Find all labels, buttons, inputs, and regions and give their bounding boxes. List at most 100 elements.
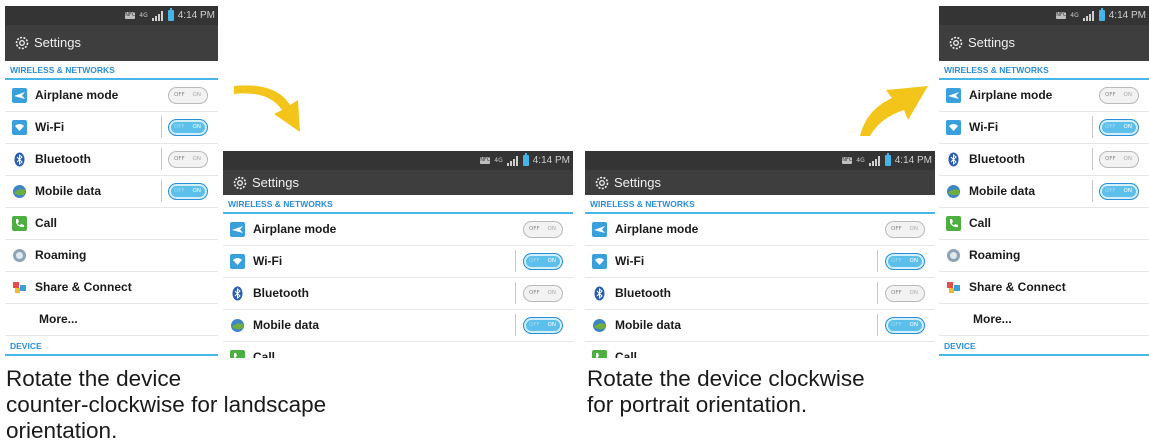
mobile-data-toggle[interactable]: OFF ON: [1099, 183, 1139, 200]
setting-more[interactable]: More...: [939, 304, 1149, 336]
setting-label: Call: [969, 216, 992, 230]
setting-more[interactable]: More...: [5, 304, 218, 336]
wifi-toggle[interactable]: OFF ON: [885, 253, 925, 270]
wifi-icon: [592, 254, 607, 269]
section-header-wireless: WIRELESS & NETWORKS: [939, 61, 1149, 80]
setting-label: Roaming: [35, 248, 87, 262]
airplane-mode-toggle[interactable]: OFF ON: [168, 87, 208, 104]
setting-bluetooth[interactable]: Bluetooth OFF ON: [223, 278, 573, 310]
divider: [515, 314, 516, 336]
arrow-curved-icon: [860, 86, 928, 136]
caption-line: orientation.: [6, 418, 118, 443]
divider: [1092, 148, 1093, 170]
setting-airplane-mode[interactable]: Airplane mode OFF ON: [939, 80, 1149, 112]
status-bar: NFC 4G 4:14 PM: [5, 6, 218, 25]
nfc-icon: NFC: [125, 12, 136, 19]
bluetooth-icon: [592, 286, 607, 301]
setting-label: Wi-Fi: [615, 254, 645, 268]
setting-label: Mobile data: [969, 184, 1036, 198]
divider: [515, 250, 516, 272]
setting-airplane-mode[interactable]: Airplane mode OFF ON: [585, 214, 935, 246]
setting-mobile-data[interactable]: Mobile data OFF ON: [939, 176, 1149, 208]
section-header-wireless: WIRELESS & NETWORKS: [5, 61, 218, 80]
setting-share-connect[interactable]: Share & Connect: [939, 272, 1149, 304]
setting-bluetooth[interactable]: Bluetooth OFF ON: [585, 278, 935, 310]
mobile-data-toggle[interactable]: OFF ON: [168, 183, 208, 200]
signal-icon: [506, 155, 519, 166]
page-title: Settings: [614, 175, 661, 190]
airplane-icon: [12, 88, 27, 103]
landscape-screen-middle: NFC 4G 4:14 PM Settings WIRELESS & NETWO…: [223, 151, 573, 358]
airplane-mode-toggle[interactable]: OFF ON: [1099, 87, 1139, 104]
mobile-data-toggle[interactable]: OFF ON: [523, 317, 563, 334]
divider: [877, 314, 878, 336]
call-icon: [592, 350, 607, 358]
nfc-icon: NFC: [480, 157, 491, 164]
airplane-mode-toggle[interactable]: OFF ON: [523, 221, 563, 238]
setting-airplane-mode[interactable]: Airplane mode OFF ON: [223, 214, 573, 246]
network-4g-icon: 4G: [1070, 11, 1079, 19]
setting-label: Call: [253, 350, 276, 358]
setting-bluetooth[interactable]: Bluetooth OFF ON: [939, 144, 1149, 176]
bluetooth-toggle[interactable]: OFF ON: [1099, 151, 1139, 168]
battery-icon: [1098, 8, 1105, 21]
bluetooth-toggle[interactable]: OFF ON: [168, 151, 208, 168]
setting-roaming[interactable]: Roaming: [5, 240, 218, 272]
title-bar: Settings: [939, 25, 1149, 61]
bluetooth-toggle[interactable]: OFF ON: [523, 285, 563, 302]
page-title: Settings: [252, 175, 299, 190]
share-connect-icon: [946, 280, 961, 295]
airplane-icon: [946, 88, 961, 103]
call-icon: [946, 216, 961, 231]
setting-mobile-data[interactable]: Mobile data OFF ON: [5, 176, 218, 208]
setting-wifi[interactable]: Wi-Fi OFF ON: [5, 112, 218, 144]
setting-label: Bluetooth: [615, 286, 671, 300]
caption-line: for portrait orientation.: [587, 392, 808, 417]
nfc-icon: NFC: [842, 157, 853, 164]
bluetooth-toggle[interactable]: OFF ON: [885, 285, 925, 302]
call-icon: [12, 216, 27, 231]
mobile-data-toggle[interactable]: OFF ON: [885, 317, 925, 334]
setting-label: Bluetooth: [969, 152, 1025, 166]
setting-label: Mobile data: [253, 318, 320, 332]
title-bar: Settings: [585, 170, 935, 195]
bluetooth-icon: [12, 152, 27, 167]
setting-wifi[interactable]: Wi-Fi OFF ON: [939, 112, 1149, 144]
title-bar: Settings: [223, 170, 573, 195]
wifi-toggle[interactable]: OFF ON: [168, 119, 208, 136]
airplane-mode-toggle[interactable]: OFF ON: [885, 221, 925, 238]
wifi-toggle[interactable]: OFF ON: [1099, 119, 1139, 136]
divider: [161, 148, 162, 170]
portrait-screen-left: NFC 4G 4:14 PM Settings WIRELESS & NETWO…: [5, 6, 218, 357]
wifi-toggle[interactable]: OFF ON: [523, 253, 563, 270]
status-bar: NFC 4G 4:14 PM: [939, 6, 1149, 25]
setting-wifi[interactable]: Wi-Fi OFF ON: [223, 246, 573, 278]
setting-label: Bluetooth: [253, 286, 309, 300]
setting-share-connect[interactable]: Share & Connect: [5, 272, 218, 304]
setting-call[interactable]: Call: [5, 208, 218, 240]
gear-icon: [595, 176, 609, 190]
section-header-wireless: WIRELESS & NETWORKS: [223, 195, 573, 214]
setting-call[interactable]: Call: [939, 208, 1149, 240]
section-header-device: DEVICE: [5, 337, 218, 356]
section-header-device: DEVICE: [939, 337, 1149, 356]
share-connect-icon: [12, 280, 27, 295]
caption-left: Rotate the device counter-clockwise for …: [6, 366, 466, 444]
setting-call[interactable]: Call: [223, 342, 573, 358]
divider: [877, 282, 878, 304]
setting-wifi[interactable]: Wi-Fi OFF ON: [585, 246, 935, 278]
setting-roaming[interactable]: Roaming: [939, 240, 1149, 272]
setting-call[interactable]: Call: [585, 342, 935, 358]
setting-mobile-data[interactable]: Mobile data OFF ON: [585, 310, 935, 342]
network-4g-icon: 4G: [856, 156, 865, 164]
setting-bluetooth[interactable]: Bluetooth OFF ON: [5, 144, 218, 176]
wifi-icon: [946, 120, 961, 135]
setting-label: Airplane mode: [969, 88, 1053, 102]
setting-airplane-mode[interactable]: Airplane mode OFF ON: [5, 80, 218, 112]
setting-label: Wi-Fi: [969, 120, 999, 134]
airplane-icon: [230, 222, 245, 237]
signal-icon: [868, 155, 881, 166]
gear-icon: [233, 176, 247, 190]
setting-mobile-data[interactable]: Mobile data OFF ON: [223, 310, 573, 342]
setting-label: Roaming: [969, 248, 1021, 262]
